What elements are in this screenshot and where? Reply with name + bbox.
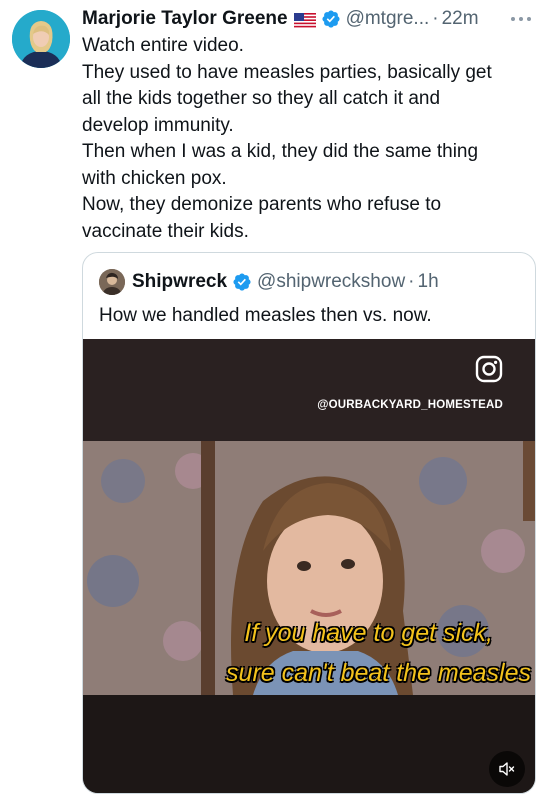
quoted-tweet-header: Shipwreck @shipwreckshow · 1h: [99, 269, 439, 295]
video-player[interactable]: @OURBACKYARD_HOMESTEAD If you have to ge…: [83, 339, 535, 793]
separator-dot: ·: [432, 8, 439, 29]
tweet-text-line: Now, they demonize parents who refuse to: [82, 194, 442, 215]
quoted-author-handle[interactable]: @shipwreckshow: [257, 271, 405, 293]
more-options-icon[interactable]: [508, 10, 534, 28]
speaker-muted-icon: [499, 762, 515, 776]
quoted-timestamp[interactable]: 1h: [418, 271, 439, 293]
tweet: Marjorie Taylor Greene @mtgre... · 22m W…: [0, 0, 538, 800]
separator-dot: ·: [408, 271, 415, 292]
quoted-tweet[interactable]: Shipwreck @shipwreckshow · 1h How we han…: [82, 252, 536, 794]
video-caption-line: sure can't beat the measles: [226, 659, 531, 687]
video-frame: [83, 441, 535, 695]
author-avatar[interactable]: [12, 10, 70, 68]
instagram-icon: [475, 355, 503, 383]
author-name[interactable]: Marjorie Taylor Greene: [82, 8, 288, 30]
quoted-tweet-text: How we handled measles then vs. now.: [99, 305, 432, 326]
video-watermark: @OURBACKYARD_HOMESTEAD: [317, 399, 503, 411]
tweet-text-line: vaccinate their kids.: [82, 220, 249, 242]
video-caption-line: If you have to get sick,: [244, 619, 493, 647]
tweet-header: Marjorie Taylor Greene @mtgre... · 22m: [82, 6, 479, 32]
tweet-text-line: with chicken pox.: [82, 167, 227, 189]
video-bottom-band: [83, 695, 535, 793]
video-top-band: [83, 339, 535, 441]
tweet-text-line: Watch entire video.: [82, 35, 244, 56]
quoted-author-avatar[interactable]: [99, 269, 125, 295]
author-handle[interactable]: @mtgre...: [346, 8, 430, 30]
tweet-text-line: all the kids together so they all catch …: [82, 88, 441, 109]
tweet-text-line: develop immunity.: [82, 114, 234, 136]
us-flag-icon: [293, 12, 316, 28]
quoted-author-name[interactable]: Shipwreck: [132, 271, 227, 293]
tweet-text: Watch entire video. They used to have me…: [82, 33, 530, 245]
mute-button[interactable]: [489, 751, 525, 787]
tweet-text-line: Then when I was a kid, they did the same…: [82, 141, 479, 162]
tweet-text-line: They used to have measles parties, basic…: [82, 61, 492, 83]
verified-badge-icon[interactable]: [232, 272, 252, 292]
verified-badge-icon[interactable]: [321, 9, 341, 29]
timestamp[interactable]: 22m: [442, 8, 479, 30]
